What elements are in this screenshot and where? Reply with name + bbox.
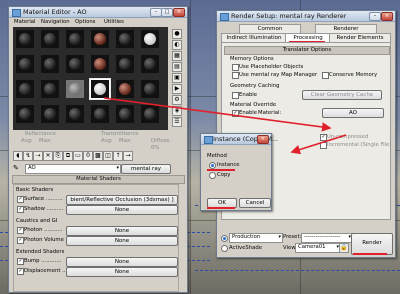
drag-arrow [103,97,332,132]
annotation-arrows [103,97,347,155]
dialog-arrow [290,134,347,155]
